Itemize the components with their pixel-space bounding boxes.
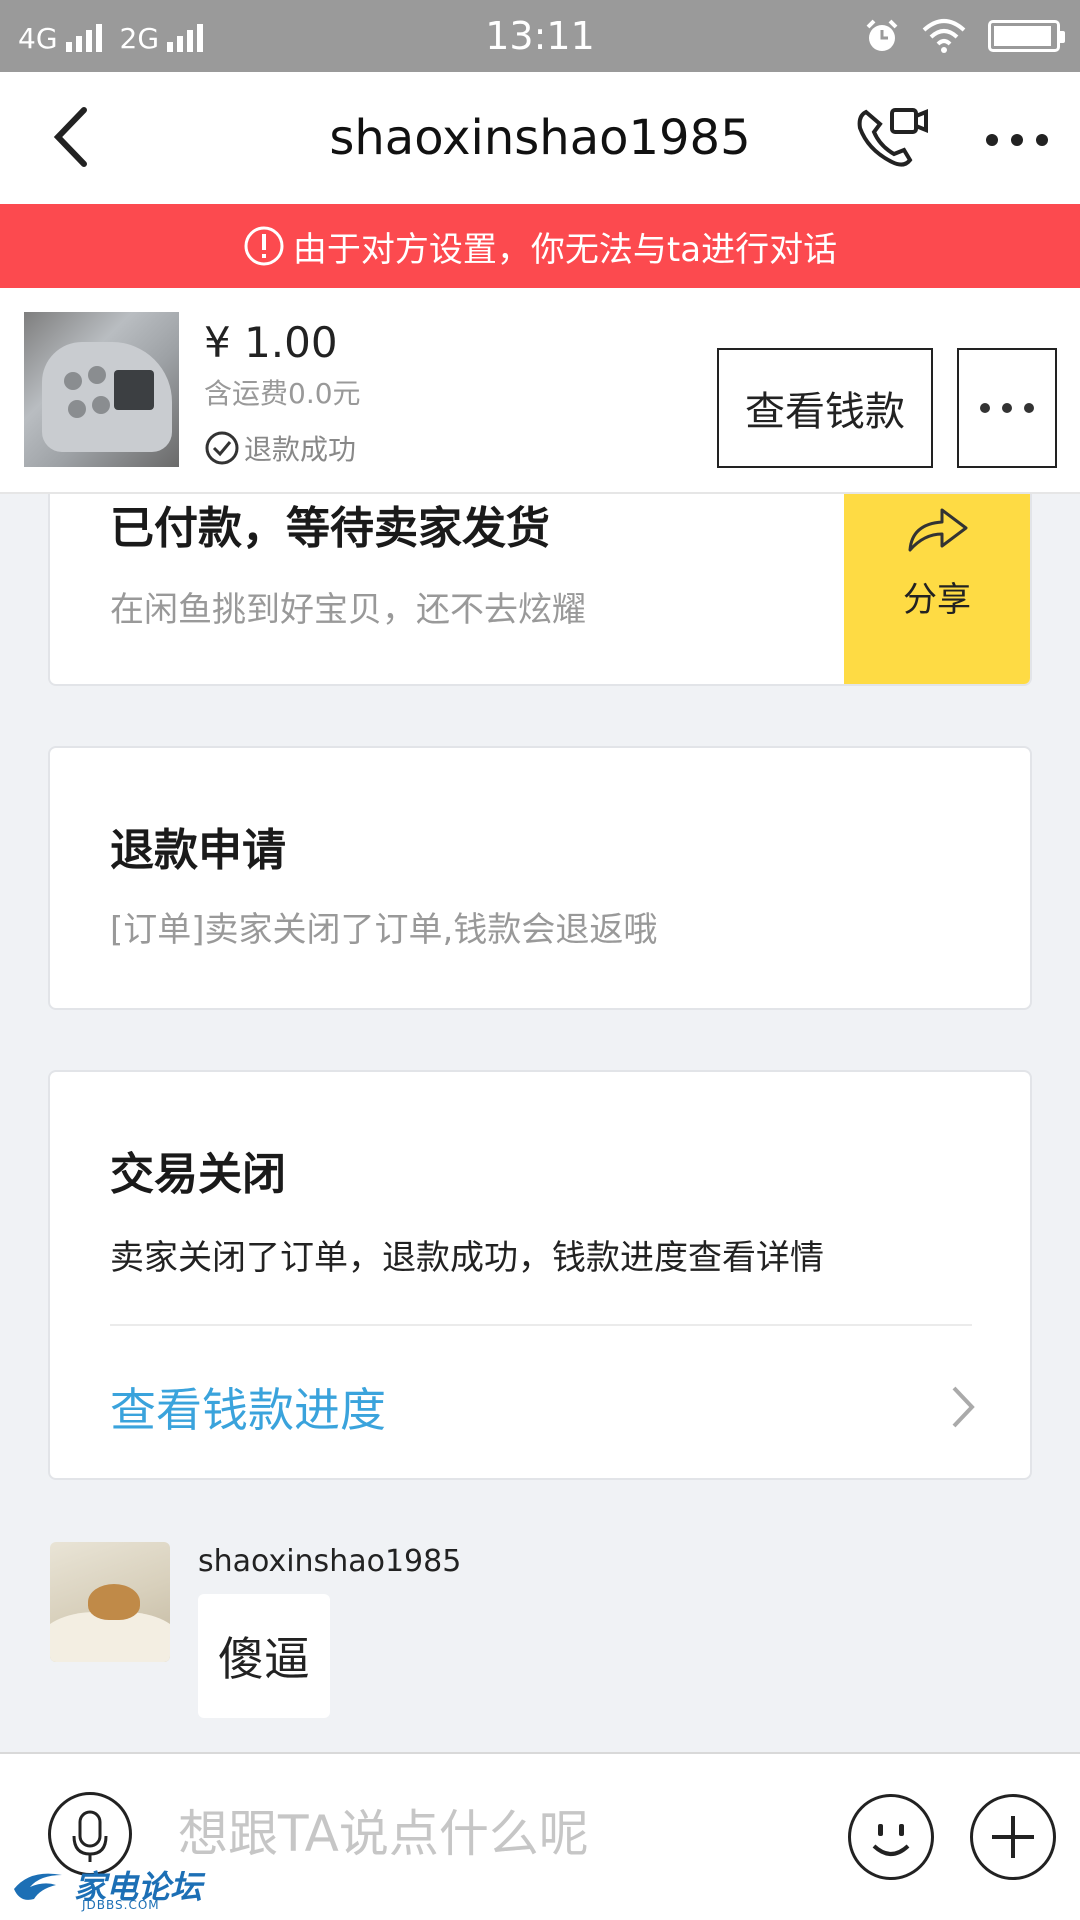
- closed-card-description: 卖家关闭了订单，退款成功，钱款进度查看详情: [110, 1238, 824, 1278]
- trade-closed-card: 交易关闭 卖家关闭了订单，退款成功，钱款进度查看详情 查看钱款进度: [48, 1070, 1032, 1480]
- divider: [110, 1324, 972, 1326]
- view-progress-link[interactable]: 查看钱款进度: [110, 1374, 386, 1440]
- item-header: ¥ 1.00 含运费0.0元 退款成功 查看钱款: [0, 288, 1080, 494]
- notice-text: 由于对方设置，你无法与ta进行对话: [292, 229, 838, 270]
- paid-status-card[interactable]: 已付款，等待卖家发货 在闲鱼挑到好宝贝，还不去炫耀 分享: [48, 470, 1032, 686]
- share-label: 分享: [903, 580, 971, 620]
- item-price: ¥ 1.00: [204, 318, 338, 367]
- refund-card-subtitle: [订单]卖家关闭了订单,钱款会退返哦: [110, 910, 658, 950]
- item-thumbnail[interactable]: [24, 312, 179, 467]
- shipping-fee: 含运费0.0元: [204, 377, 361, 410]
- battery-level: [994, 26, 1051, 46]
- refund-status: 退款成功: [204, 428, 356, 468]
- refund-card-title: 退款申请: [110, 825, 286, 876]
- item-more-button[interactable]: [957, 348, 1057, 468]
- status-bar: 4G 2G 13:11: [0, 0, 1080, 72]
- closed-card-title: 交易关闭: [110, 1149, 286, 1200]
- emoji-button[interactable]: [848, 1794, 934, 1880]
- share-button[interactable]: 分享: [844, 470, 1030, 684]
- refund-request-card[interactable]: 退款申请 [订单]卖家关闭了订单,钱款会退返哦: [48, 746, 1032, 1010]
- view-money-button[interactable]: 查看钱款: [717, 348, 933, 468]
- alarm-icon: [866, 19, 898, 51]
- message-bubble[interactable]: 傻逼: [198, 1594, 330, 1718]
- nav-bar: shaoxinshao1985: [0, 72, 1080, 204]
- share-icon: [908, 508, 968, 552]
- smiley-icon: [872, 1824, 910, 1856]
- plus-icon: [992, 1816, 1034, 1858]
- watermark-logo: 家电论坛 JDBBS.COM: [10, 1862, 202, 1912]
- refund-status-text: 退款成功: [244, 433, 357, 466]
- alert-icon: [244, 226, 284, 266]
- watermark-subtext: JDBBS.COM: [82, 1898, 160, 1912]
- paid-card-subtitle: 在闲鱼挑到好宝贝，还不去炫耀: [110, 590, 586, 630]
- message-sender: shaoxinshao1985: [198, 1544, 462, 1579]
- forum-logo-icon: [14, 1873, 62, 1900]
- check-circle-icon: [205, 431, 239, 465]
- blocked-notice: 由于对方设置，你无法与ta进行对话: [0, 204, 1080, 288]
- wifi-icon: [922, 19, 966, 53]
- message-input[interactable]: [178, 1794, 818, 1874]
- chevron-right-icon[interactable]: [948, 1384, 978, 1430]
- paid-card-title: 已付款，等待卖家发货: [110, 503, 550, 554]
- video-call-icon: [857, 108, 928, 167]
- more-button[interactable]: [982, 120, 1052, 160]
- video-call-button[interactable]: [852, 102, 932, 174]
- more-icon: [986, 134, 1048, 146]
- avatar[interactable]: [50, 1542, 170, 1662]
- battery-icon: [988, 20, 1065, 52]
- status-icons: [864, 16, 1065, 56]
- more-icon: [980, 403, 1034, 413]
- plus-button[interactable]: [970, 1794, 1056, 1880]
